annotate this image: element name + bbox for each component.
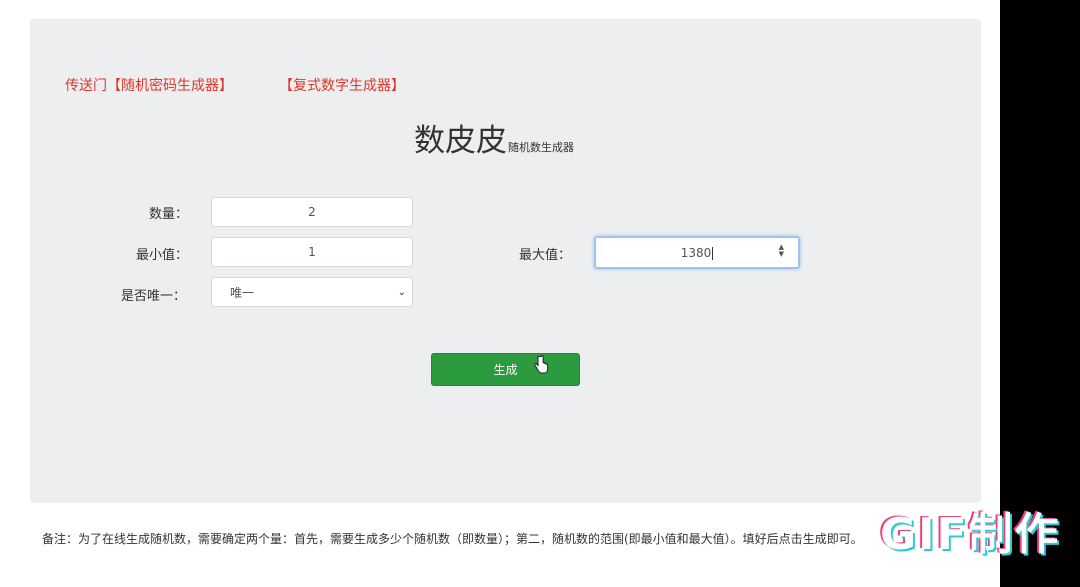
page: 传送门【随机密码生成器】 【复式数字生成器】 数皮皮随机数生成器 数量： 2 最… <box>0 0 1000 587</box>
min-value: 1 <box>308 245 316 259</box>
unique-value: 唯一 <box>230 285 255 300</box>
title-main: 数皮皮 <box>414 123 507 159</box>
generate-button[interactable]: 生成 <box>431 353 580 386</box>
page-title: 数皮皮随机数生成器 <box>414 115 574 160</box>
spinner-icon[interactable]: ▲ ▼ <box>779 244 784 258</box>
unique-label: 是否唯一： <box>121 289 187 304</box>
hand-pointer-icon <box>534 355 549 374</box>
title-sub: 随机数生成器 <box>508 141 574 154</box>
max-input[interactable]: 1380 ▲ ▼ <box>594 236 800 269</box>
max-value: 1380 <box>680 245 714 260</box>
generate-button-label: 生成 <box>493 363 518 377</box>
gif-watermark-logo: GIF制作 <box>880 509 1061 560</box>
chevron-down-icon: ⌄ <box>397 286 406 298</box>
max-label: 最大值： <box>519 248 572 263</box>
count-value: 2 <box>308 205 316 219</box>
count-input[interactable]: 2 <box>211 197 413 227</box>
multi-number-link[interactable]: 【复式数字生成器】 <box>279 75 405 95</box>
unique-select[interactable]: 唯一 ⌄ <box>211 277 413 307</box>
note-text: 备注：为了在线生成随机数，需要确定两个量：首先，需要生成多少个随机数（即数量）；… <box>42 532 863 546</box>
count-label: 数量： <box>149 207 189 222</box>
random-password-link[interactable]: 传送门【随机密码生成器】 <box>65 75 233 95</box>
generator-panel: 传送门【随机密码生成器】 【复式数字生成器】 数皮皮随机数生成器 数量： 2 最… <box>30 19 981 503</box>
min-label: 最小值： <box>136 248 189 263</box>
min-input[interactable]: 1 <box>211 237 413 267</box>
